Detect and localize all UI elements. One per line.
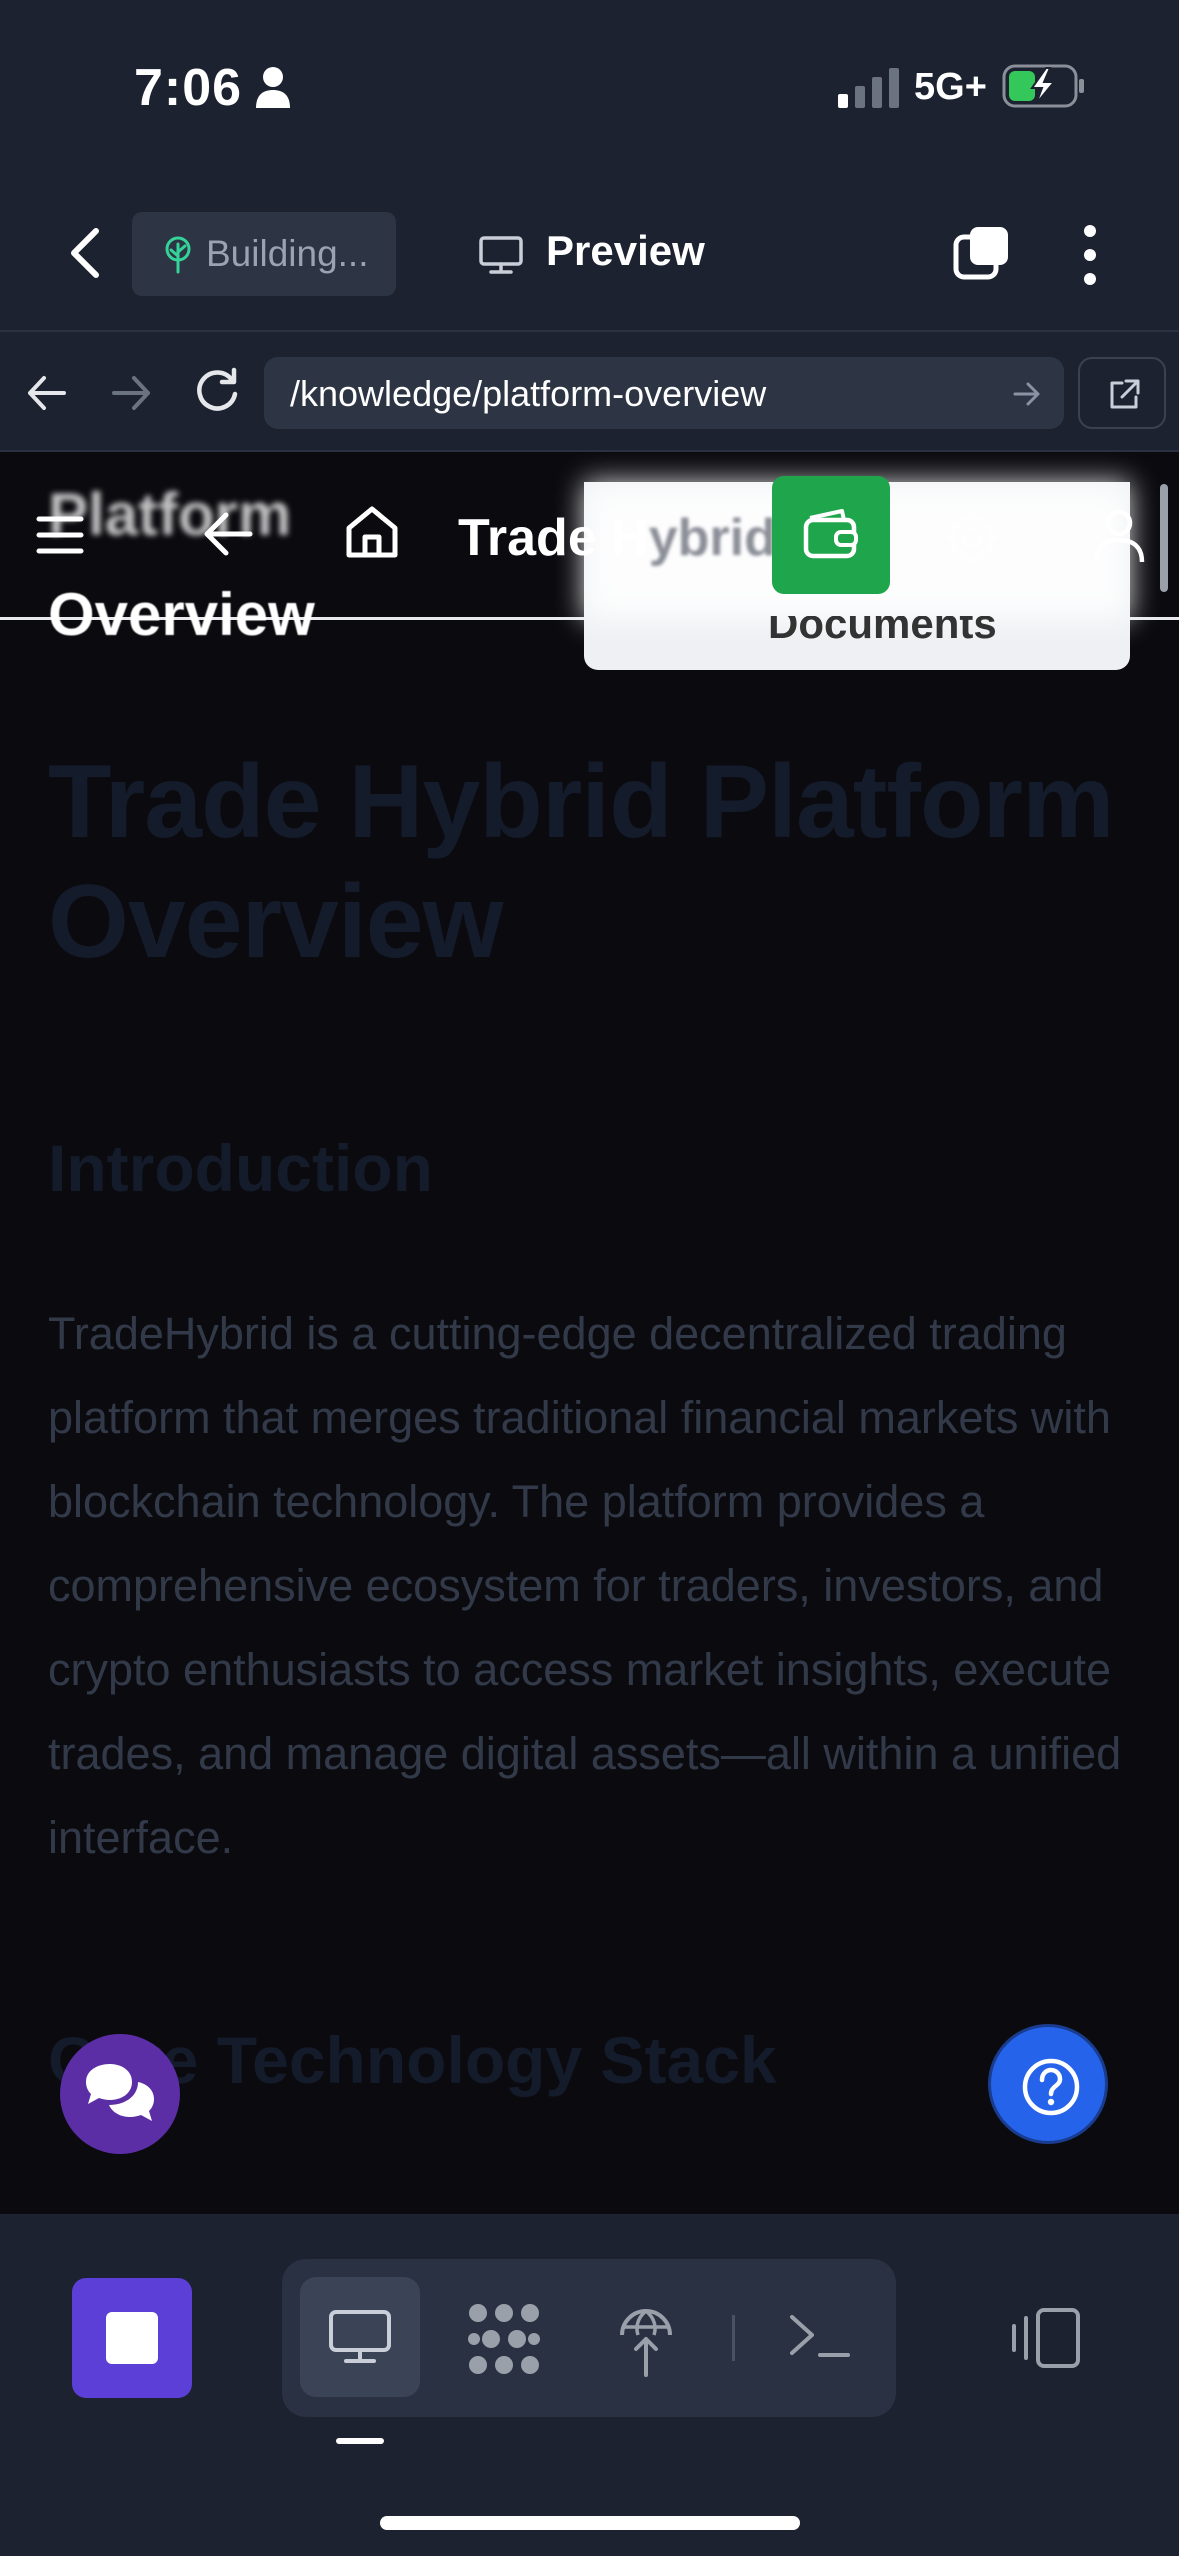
arrow-left-icon[interactable] — [24, 370, 70, 416]
signal-icon — [838, 68, 899, 108]
preview-label: Preview — [546, 227, 705, 274]
terminal-icon[interactable] — [788, 2311, 852, 2361]
scrollbar-thumb[interactable] — [1160, 484, 1168, 592]
chat-button[interactable] — [60, 2034, 180, 2154]
brand-visible: Trade H — [458, 509, 649, 567]
wallet-icon — [803, 509, 858, 559]
page-viewport[interactable]: Trade Hybrid Platform Overview Introduct… — [0, 452, 1179, 2214]
ghost-title-overview: Overview — [48, 581, 315, 648]
active-tab-indicator — [336, 2438, 384, 2444]
arrow-left-icon[interactable] — [202, 510, 254, 558]
status-bar: 7:06 5G+ — [0, 0, 1179, 175]
external-link-icon — [1110, 379, 1140, 409]
gear-icon[interactable] — [944, 510, 1000, 566]
home-indicator[interactable] — [380, 2516, 800, 2530]
help-circle-icon — [1022, 2058, 1080, 2116]
home-icon[interactable] — [344, 504, 400, 560]
person-icon — [256, 67, 290, 108]
ghost-title: Platform — [48, 481, 292, 548]
build-status-label: Building... — [206, 233, 369, 274]
chat-bubbles-icon — [86, 2064, 154, 2121]
user-icon[interactable] — [1092, 508, 1146, 564]
stop-icon — [106, 2312, 158, 2364]
go-arrow-icon[interactable] — [1012, 379, 1042, 409]
arrow-right-icon[interactable] — [108, 370, 154, 416]
more-vertical-icon[interactable] — [1070, 223, 1110, 287]
devices-icon[interactable] — [1010, 2306, 1082, 2370]
site-nav-bar: Platform Overview Documents Trade Hybrid — [0, 452, 1179, 670]
monitor-icon — [329, 2310, 391, 2363]
monitor-icon — [479, 236, 523, 274]
chevron-left-icon[interactable] — [60, 223, 110, 283]
battery-charging-icon — [1002, 64, 1084, 108]
cluster-icon[interactable] — [466, 2301, 542, 2377]
reload-icon[interactable] — [192, 366, 242, 416]
wallet-button[interactable] — [772, 476, 890, 594]
view-switcher — [282, 2259, 896, 2417]
brand-faded: ybrid — [648, 509, 776, 567]
article-title: Trade Hybrid Platform Overview — [48, 744, 1114, 980]
open-external-button[interactable] — [1078, 357, 1166, 429]
browser-url-bar: /knowledge/platform-overview — [0, 330, 1179, 452]
dropdown-item-documents[interactable]: Documents — [768, 616, 997, 644]
introduction-paragraph: TradeHybrid is a cutting-edge decentrali… — [48, 1308, 1122, 1863]
tabs-icon[interactable] — [952, 223, 1012, 283]
url-input[interactable]: /knowledge/platform-overview — [264, 357, 1064, 429]
stop-button[interactable] — [72, 2278, 192, 2398]
bottom-toolbar — [0, 2214, 1179, 2556]
toolbar-divider — [732, 2315, 735, 2361]
deploy-globe-icon[interactable] — [616, 2299, 676, 2379]
tree-icon — [165, 236, 191, 274]
app-top-bar: Building... Preview — [0, 175, 1179, 330]
tab-preview[interactable] — [300, 2277, 420, 2397]
brand-name[interactable]: Trade Hybrid — [458, 508, 776, 568]
section-heading-introduction: Introduction — [48, 1131, 433, 1205]
hamburger-icon[interactable] — [36, 514, 84, 556]
build-status-pill[interactable]: Building... — [132, 212, 396, 296]
url-text: /knowledge/platform-overview — [290, 373, 767, 414]
network-type: 5G+ — [914, 66, 987, 108]
help-button[interactable] — [988, 2024, 1108, 2144]
status-time: 7:06 — [134, 59, 243, 117]
